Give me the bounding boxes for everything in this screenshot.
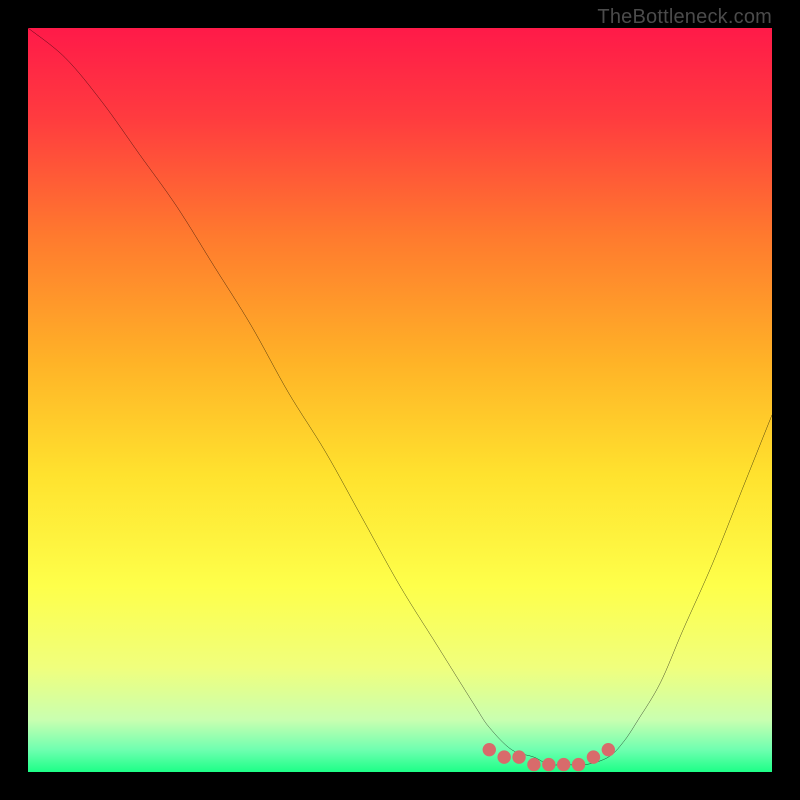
sweet-spot-dot <box>557 758 570 771</box>
sweet-spot-dot <box>587 750 600 763</box>
sweet-spot-dot <box>512 750 525 763</box>
sweet-spot-dot <box>602 743 615 756</box>
bottleneck-curve <box>28 28 772 765</box>
sweet-spot-dot <box>483 743 496 756</box>
sweet-spot-dot <box>497 750 510 763</box>
chart-frame: TheBottleneck.com <box>0 0 800 800</box>
watermark-text: TheBottleneck.com <box>597 6 772 29</box>
plot-area <box>28 28 772 772</box>
sweet-spot-dot <box>542 758 555 771</box>
curve-layer <box>28 28 772 772</box>
sweet-spot-dot <box>527 758 540 771</box>
sweet-spot-dots <box>483 743 615 771</box>
sweet-spot-dot <box>572 758 585 771</box>
